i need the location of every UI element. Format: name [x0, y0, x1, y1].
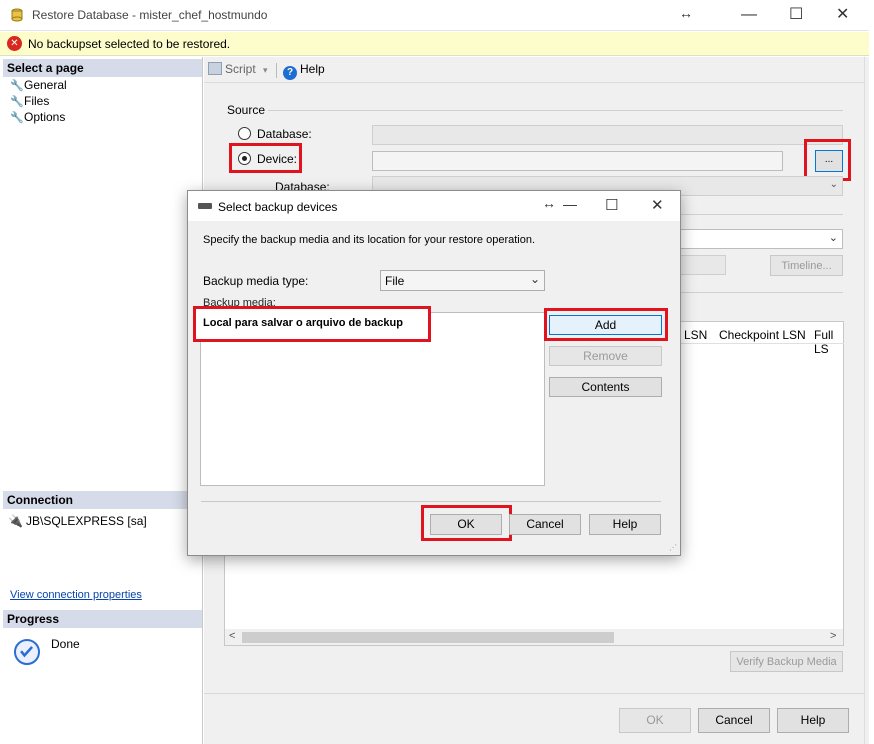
page-item-label: General [24, 78, 67, 92]
window-title: Restore Database - mister_chef_hostmundo [32, 8, 268, 22]
checkmark-icon [14, 639, 40, 665]
toolbar-divider [276, 63, 277, 78]
help-icon: ? [283, 66, 297, 80]
chevron-down-icon: ⌄ [529, 272, 540, 286]
connection-info: 🔌 JB\SQLEXPRESS [sa] [8, 514, 147, 528]
grid-col-checkpoint-lsn: Checkpoint LSN [719, 328, 806, 342]
timeline-button[interactable]: Timeline... [770, 255, 843, 276]
page-item-label: Options [24, 110, 66, 124]
page-item-label: Files [24, 94, 50, 108]
dialog-title: Select backup devices [218, 200, 338, 214]
add-highlight-box [544, 308, 668, 341]
destination-divider [680, 214, 843, 215]
scrollbar-thumb[interactable] [242, 632, 614, 643]
toolbar-separator [204, 82, 864, 83]
footer-ok-button[interactable]: OK [619, 708, 691, 733]
footer-bar: OK Cancel Help [204, 693, 864, 744]
source-database-select [372, 125, 843, 145]
chevron-down-icon: ⌄ [829, 179, 838, 190]
error-bar: ✕ No backupset selected to be restored. [0, 32, 869, 56]
verify-backup-media-button[interactable]: Verify Backup Media [730, 651, 843, 672]
dialog-cancel-button[interactable]: Cancel [509, 514, 581, 535]
resize-grip-icon[interactable]: ⋰ [669, 543, 677, 552]
source-section-label: Source [227, 103, 266, 117]
media-type-select[interactable]: File ⌄ [380, 270, 545, 291]
minimize-button[interactable]: — [741, 6, 757, 24]
wrench-icon: 🔧 [10, 80, 24, 92]
wrench-icon: 🔧 [10, 96, 24, 108]
database-radio-label: Database: [257, 127, 312, 141]
error-message: No backupset selected to be restored. [28, 37, 231, 51]
move-icon[interactable]: ↔ [679, 4, 693, 22]
grid-header: LSN Checkpoint LSN Full LS [681, 322, 844, 356]
close-button[interactable]: ✕ [836, 6, 849, 24]
dialog-move-icon[interactable]: ↔ [542, 195, 556, 211]
footer-cancel-button[interactable]: Cancel [698, 708, 770, 733]
left-panel: Select a page 🔧General 🔧Files 🔧Options C… [0, 57, 203, 744]
connection-header: Connection [3, 491, 202, 509]
connection-value: JB\SQLEXPRESS [sa] [26, 514, 147, 528]
select-page-header: Select a page [3, 59, 202, 77]
database-restore-icon [11, 8, 23, 22]
dialog-maximize-button[interactable]: ☐ [605, 196, 618, 214]
wrench-icon: 🔧 [10, 112, 24, 124]
dialog-description: Specify the backup media and its locatio… [203, 234, 536, 246]
grid-col-full-lsn: Full LS [814, 328, 834, 356]
error-icon: ✕ [7, 36, 22, 51]
footer-help-button[interactable]: Help [777, 708, 849, 733]
progress-header: Progress [3, 610, 202, 628]
grid-col-lsn: LSN [684, 328, 708, 342]
restore-to-field [680, 255, 726, 275]
source-divider [268, 110, 843, 111]
script-icon [208, 62, 222, 75]
window-edge [869, 0, 874, 744]
help-button[interactable]: ? Help [283, 62, 325, 80]
dialog-title-bar: Select backup devices ↔ — ☐ ✕ [188, 191, 680, 221]
page-item-options[interactable]: 🔧Options [10, 110, 65, 124]
device-path-field[interactable] [372, 151, 783, 171]
dialog-help-button[interactable]: Help [589, 514, 661, 535]
dialog-divider [201, 501, 661, 502]
dialog-close-button[interactable]: ✕ [651, 196, 664, 214]
database-radio[interactable] [238, 127, 251, 140]
dropdown-arrow-icon: ▾ [263, 65, 268, 75]
page-item-files[interactable]: 🔧Files [10, 94, 49, 108]
media-type-value: File [385, 274, 405, 288]
grid-horizontal-scrollbar[interactable]: < > [225, 629, 843, 645]
window-title-bar: Restore Database - mister_chef_hostmundo… [0, 0, 869, 31]
dialog-icon [198, 203, 212, 209]
device-highlight-box [229, 143, 302, 173]
destination-database-select[interactable]: ⌄ [680, 229, 843, 249]
browse-highlight-box [804, 139, 851, 181]
media-type-label: Backup media type: [203, 274, 309, 288]
progress-status: Done [51, 637, 80, 651]
page-item-general[interactable]: 🔧General [10, 78, 67, 92]
maximize-button[interactable]: ☐ [789, 6, 803, 24]
chevron-down-icon: ⌄ [828, 232, 838, 244]
scroll-right-icon[interactable]: > [830, 630, 836, 642]
remove-button[interactable]: Remove [549, 346, 662, 366]
connection-icon: 🔌 [8, 514, 23, 528]
scroll-left-icon[interactable]: < [229, 630, 235, 642]
dialog-minimize-button[interactable]: — [563, 196, 577, 212]
ok-highlight-box [421, 505, 512, 541]
media-list-highlight-box: Local para salvar o arquivo de backup [193, 306, 431, 342]
media-list-annotation: Local para salvar o arquivo de backup [203, 317, 403, 329]
script-button[interactable]: Script ▾ [208, 62, 268, 76]
select-backup-devices-dialog: Select backup devices ↔ — ☐ ✕ Specify th… [187, 190, 681, 556]
plan-divider [680, 292, 843, 293]
contents-button[interactable]: Contents [549, 377, 662, 397]
view-connection-properties-link[interactable]: View connection properties [10, 589, 142, 601]
